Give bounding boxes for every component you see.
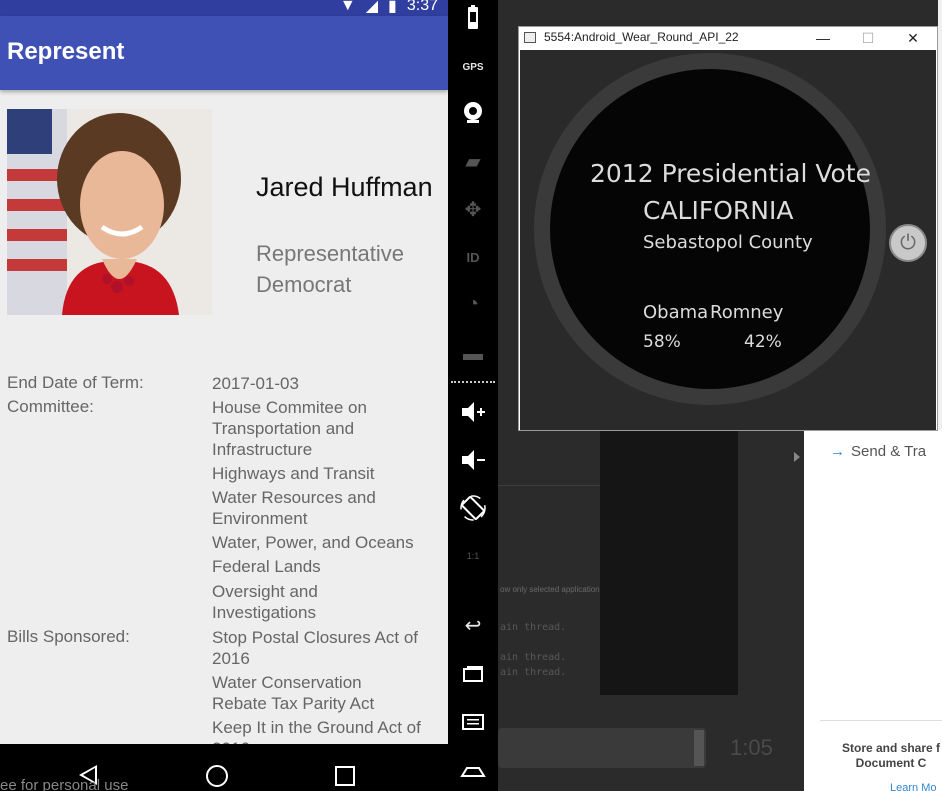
signal-icon: ◢	[365, 0, 379, 15]
representative-role: Representative Democrat	[256, 238, 436, 300]
id-icon[interactable]: ID	[459, 244, 487, 272]
committee-item: Water Resources and Environment	[212, 488, 376, 528]
toolbar-separator	[451, 381, 495, 383]
app-bar: Represent	[0, 16, 448, 90]
percent-1: 58%	[643, 332, 681, 352]
state-name: CALIFORNIA	[643, 196, 794, 225]
app-title: Represent	[7, 38, 125, 65]
ide-scroll-track[interactable]	[498, 728, 706, 768]
battery-icon[interactable]	[459, 4, 487, 32]
rss-icon[interactable]: ◔	[459, 290, 487, 318]
minimize-button[interactable]: —	[801, 27, 845, 49]
expand-arrow-icon[interactable]	[794, 452, 800, 462]
wear-body: 2012 Presidential Vote CALIFORNIA Sebast…	[520, 50, 936, 430]
committee-label: Committee:	[7, 397, 94, 416]
zoom-1to1-icon[interactable]: 1:1	[459, 542, 487, 570]
battery-charging-icon: ▮	[388, 0, 397, 15]
committee-item: Oversight and Investigations	[212, 582, 318, 622]
committee-item: Highways and Transit	[212, 464, 375, 483]
ide-scroll-thumb[interactable]	[694, 730, 704, 766]
percent-2: 42%	[744, 332, 782, 352]
divider	[820, 720, 942, 721]
watermark: ee for personal use	[0, 777, 129, 791]
bill-item: Stop Postal Closures Act of 2016	[212, 628, 418, 668]
store-share-text: Store and share f Document C	[841, 741, 941, 770]
send-label: Send & Tra	[851, 443, 927, 460]
vote-heading: 2012 Presidential Vote	[590, 159, 871, 188]
power-button-icon[interactable]: ⏻	[889, 224, 927, 262]
desktop: ow only selected application ain thread.…	[0, 0, 942, 791]
home-icon[interactable]	[459, 756, 487, 784]
end-date-value: 2017-01-03	[212, 374, 299, 393]
maximize-button[interactable]: ☐	[846, 27, 890, 49]
overview-icon[interactable]	[459, 660, 487, 688]
ide-log-line: ain thread.	[500, 622, 567, 633]
status-bar: ▼ ◢ ▮ 3:37	[0, 0, 448, 16]
volume-down-icon[interactable]	[459, 446, 487, 474]
back-icon[interactable]: ↩	[459, 612, 487, 640]
county-name: Sebastopol County	[643, 232, 813, 253]
status-time: 3:37	[406, 0, 438, 14]
ide-filter-note: ow only selected application	[500, 585, 600, 594]
volume-up-icon[interactable]	[459, 398, 487, 426]
representative-photo	[7, 109, 212, 315]
window-title: 5554:Android_Wear_Round_API_22	[544, 30, 739, 44]
window-titlebar[interactable]: 5554:Android_Wear_Round_API_22 — ☐ ✕	[519, 27, 937, 49]
bill-item: Water Conservation Rebate Tax Parity Act	[212, 673, 375, 713]
rotate-icon[interactable]	[459, 494, 487, 522]
committee-item: Federal Lands	[212, 557, 321, 576]
wear-emulator-window: 5554:Android_Wear_Round_API_22 — ☐ ✕ 201…	[518, 26, 938, 431]
camera-icon[interactable]	[459, 98, 487, 126]
ide-log-line: ain thread.	[500, 652, 567, 663]
arrow-right-icon: →	[830, 443, 845, 460]
menu-icon[interactable]	[459, 708, 487, 736]
ide-time: 1:05	[730, 735, 773, 760]
candidate-2: Romney	[710, 302, 784, 323]
role-title: Representative	[256, 241, 404, 266]
ide-right-strip	[938, 0, 942, 430]
committee-item: House Commitee on Transportation and Inf…	[212, 398, 367, 459]
learn-more-link[interactable]: Learn Mo	[890, 782, 936, 791]
gps-icon[interactable]: GPS	[459, 54, 487, 82]
send-link[interactable]: → Send & Tra	[830, 443, 926, 460]
watch-face[interactable]	[550, 69, 870, 389]
clapperboard-icon[interactable]: ▰	[459, 148, 487, 176]
candidate-1: Obama	[643, 302, 709, 323]
close-button[interactable]: ✕	[891, 27, 935, 49]
ide-dark-panel	[600, 430, 738, 695]
message-icon[interactable]: ▬	[459, 340, 487, 368]
wifi-icon: ▼	[339, 0, 356, 14]
window-app-icon	[524, 32, 536, 43]
party: Democrat	[256, 272, 352, 297]
ide-right-panel	[804, 430, 942, 791]
phone-screen: ▼ ◢ ▮ 3:37 Represent Jared Huffman Repre…	[0, 0, 448, 791]
nav-recents-icon[interactable]	[335, 766, 355, 786]
ide-divider	[498, 485, 608, 486]
bills-label: Bills Sponsored:	[7, 627, 130, 646]
ide-log-line: ain thread.	[500, 667, 567, 678]
committee-item: Water, Power, and Oceans	[212, 533, 414, 552]
nav-home-icon[interactable]	[206, 765, 228, 787]
representative-name: Jared Huffman	[256, 172, 433, 202]
dpad-icon[interactable]: ✥	[459, 196, 487, 224]
end-date-label: End Date of Term:	[7, 373, 144, 392]
